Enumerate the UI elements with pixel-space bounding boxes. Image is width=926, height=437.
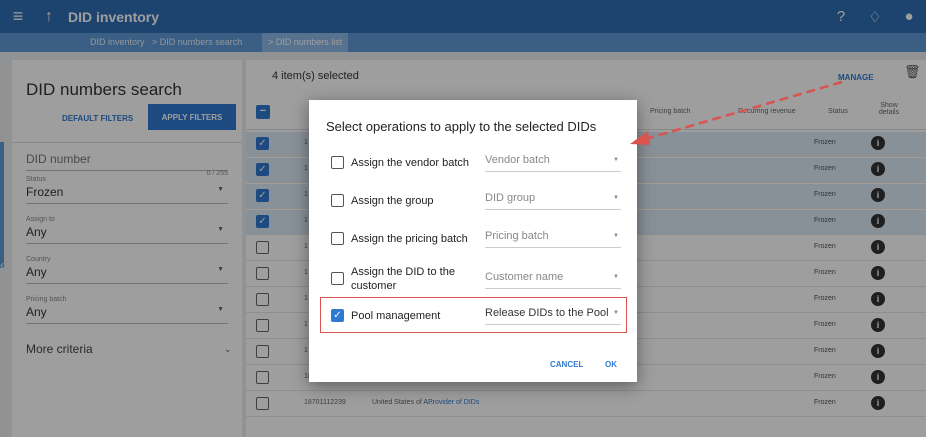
chevron-down-icon: ▼ — [613, 310, 619, 316]
chevron-down-icon: ▼ — [613, 157, 619, 163]
chevron-down-icon: ▼ — [613, 274, 619, 280]
op-checkbox[interactable]: ✓ — [331, 309, 344, 322]
op-label: Assign the DID to the customer — [351, 266, 455, 292]
op-checkbox[interactable] — [331, 272, 344, 285]
pricing-batch-select[interactable]: Pricing batch ▼ — [485, 228, 621, 248]
op-assign-group: Assign the group DID group ▼ — [331, 186, 621, 216]
operations-dialog: Select operations to apply to the select… — [309, 100, 637, 382]
op-checkbox[interactable] — [331, 232, 344, 245]
vendor-batch-select[interactable]: Vendor batch ▼ — [485, 152, 621, 172]
op-label: Assign the group — [351, 195, 434, 207]
op-label: Pool management — [351, 310, 441, 322]
pool-management-select[interactable]: Release DIDs to the Pool ▼ — [485, 305, 621, 325]
cancel-button[interactable]: CANCEL — [550, 360, 583, 369]
ok-button[interactable]: OK — [605, 360, 617, 369]
op-label: Assign the pricing batch — [351, 233, 468, 245]
op-assign-pricing-batch: Assign the pricing batch Pricing batch ▼ — [331, 224, 621, 254]
customer-name-select[interactable]: Customer name ▼ — [485, 269, 621, 289]
op-label: Assign the vendor batch — [351, 157, 470, 169]
op-assign-vendor-batch: Assign the vendor batch Vendor batch ▼ — [331, 148, 621, 178]
op-assign-customer: Assign the DID to the customer Customer … — [331, 260, 621, 296]
op-checkbox[interactable] — [331, 194, 344, 207]
dialog-title: Select operations to apply to the select… — [326, 119, 597, 134]
did-group-select[interactable]: DID group ▼ — [485, 190, 621, 210]
op-pool-management: ✓ Pool management Release DIDs to the Po… — [331, 301, 621, 331]
chevron-down-icon: ▼ — [613, 233, 619, 239]
chevron-down-icon: ▼ — [613, 195, 619, 201]
op-checkbox[interactable] — [331, 156, 344, 169]
